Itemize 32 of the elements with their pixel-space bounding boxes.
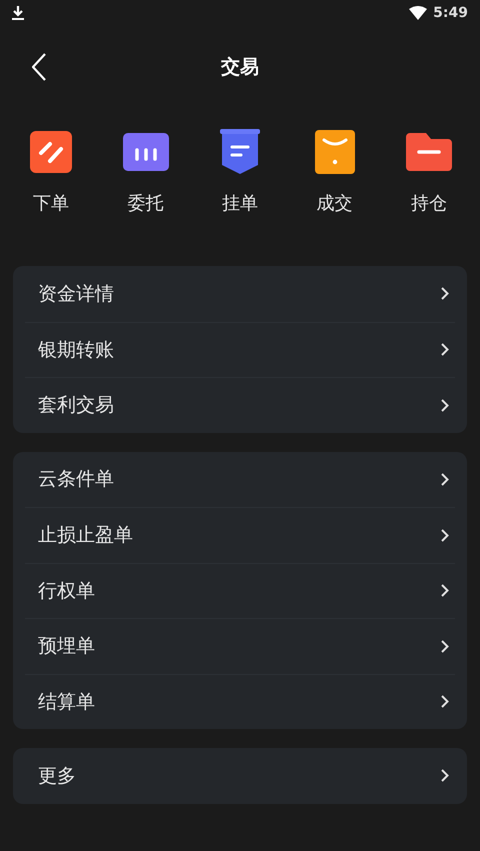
wifi-icon [409,6,428,20]
menu-item[interactable]: 资金详情 [25,266,455,322]
menu-item[interactable]: 预埋单 [25,618,455,674]
chevron-icon [441,343,449,356]
folder-icon [406,133,452,171]
menu-item[interactable]: 银期转账 [25,322,455,377]
shortcut-button[interactable]: 委托 [114,128,178,224]
menu-item[interactable]: 行权单 [25,562,455,618]
shortcut-button[interactable]: 成交 [302,128,366,224]
chevron-icon [441,287,449,300]
chevron-icon [441,584,449,598]
clock-time: 5:49 [433,4,468,22]
slash-marks-icon [30,131,72,173]
chevron-icon [441,769,449,782]
shortcut-button[interactable]: 持仓 [397,128,461,224]
chevron-icon [441,528,449,542]
download-icon [12,6,24,20]
page-title: 交易 [221,54,259,80]
chevron-icon [441,398,449,412]
chevron-icon [441,640,449,653]
menu-item[interactable]: 止损止盈单 [25,507,455,562]
menu-item[interactable]: 更多 [25,748,455,804]
shortcut-button[interactable]: 挂单 [208,128,272,224]
chevron-icon [441,695,449,708]
shortcut-button[interactable]: 下单 [19,128,83,224]
bag-icon [314,130,354,174]
document-icon [220,129,260,175]
menu-item[interactable]: 云条件单 [25,452,455,507]
chevron-icon [441,472,449,486]
menu-item[interactable]: 结算单 [25,674,455,729]
menu-item[interactable]: 套利交易 [25,377,455,432]
bars-icon [122,133,168,171]
